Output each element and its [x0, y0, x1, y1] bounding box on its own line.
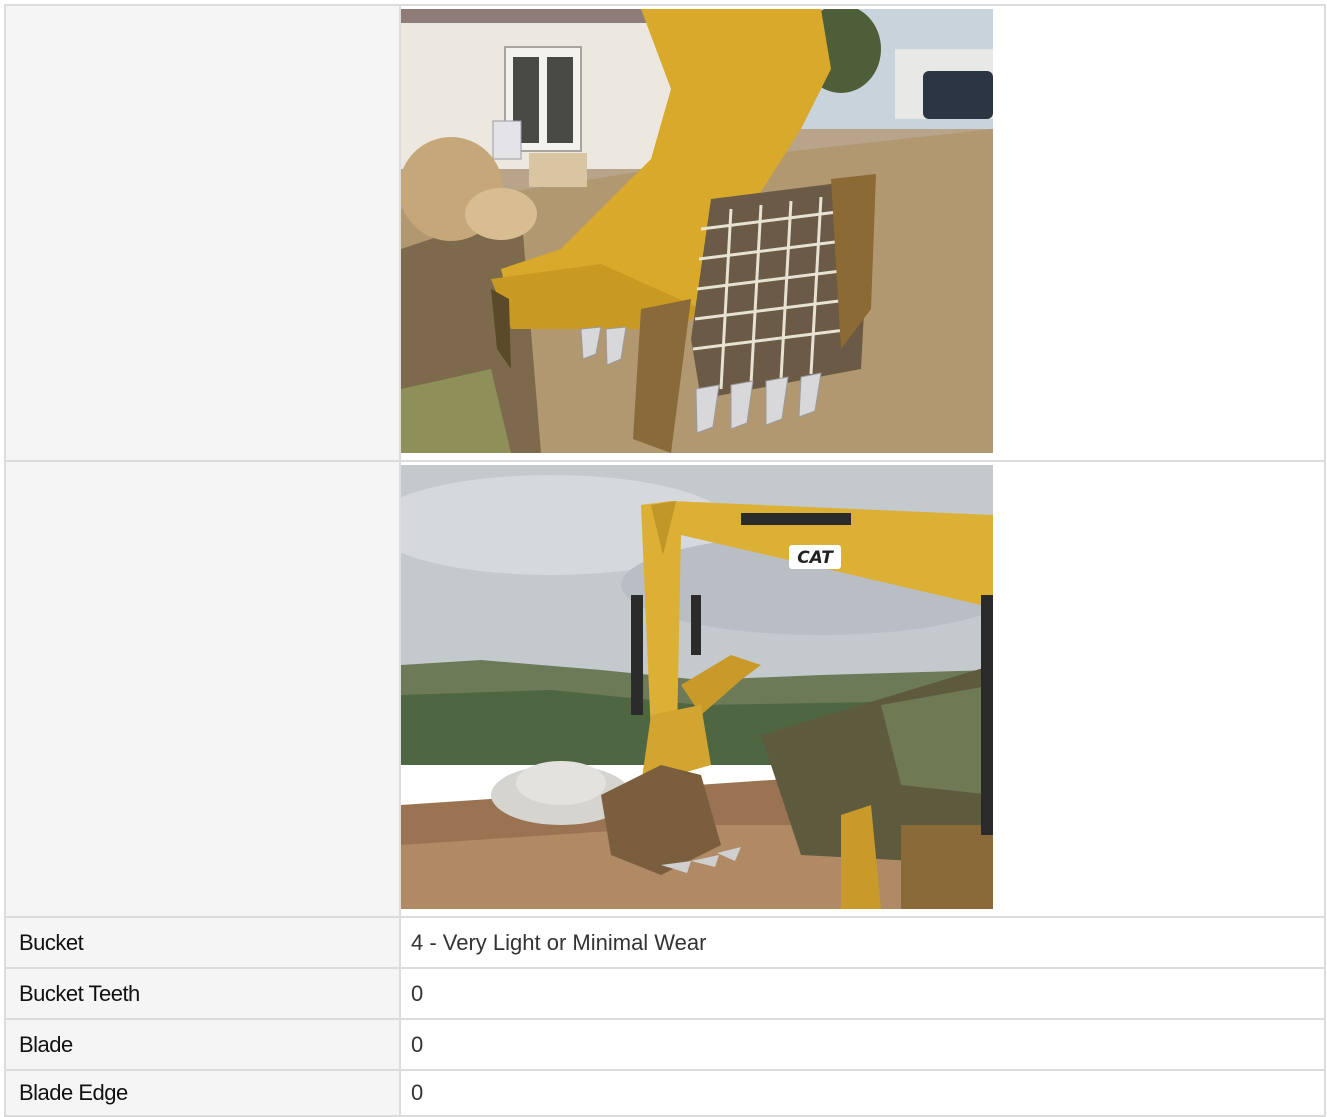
photo-row-1 [4, 4, 1326, 462]
spec-label: Bucket [4, 916, 401, 969]
spec-row: Blade Edge 0 [4, 1069, 1326, 1117]
empty-label-cell [4, 460, 401, 918]
spec-label: Blade Edge [4, 1069, 401, 1117]
spec-row: Bucket 4 - Very Light or Minimal Wear [4, 916, 1326, 969]
photo-cell [399, 4, 1326, 462]
spec-value: 0 [399, 1018, 1326, 1071]
spec-label: Bucket Teeth [4, 967, 401, 1020]
empty-label-cell [4, 4, 401, 462]
spec-value: 0 [399, 967, 1326, 1020]
spec-row: Bucket Teeth 0 [4, 967, 1326, 1020]
spec-row: Blade 0 [4, 1018, 1326, 1071]
spec-label: Blade [4, 1018, 401, 1071]
spec-value: 0 [399, 1069, 1326, 1117]
cat-logo: CAT [797, 548, 834, 568]
photo-row-2: CAT [4, 460, 1326, 918]
photo-rake-sieve-bucket[interactable] [401, 9, 993, 453]
spec-value: 4 - Very Light or Minimal Wear [399, 916, 1326, 969]
equipment-inspection-table: CAT Bucket 4 - Very Light or Minimal Wea… [4, 4, 1326, 1117]
photo-cell: CAT [399, 460, 1326, 918]
photo-excavator-arm[interactable]: CAT [401, 465, 993, 909]
